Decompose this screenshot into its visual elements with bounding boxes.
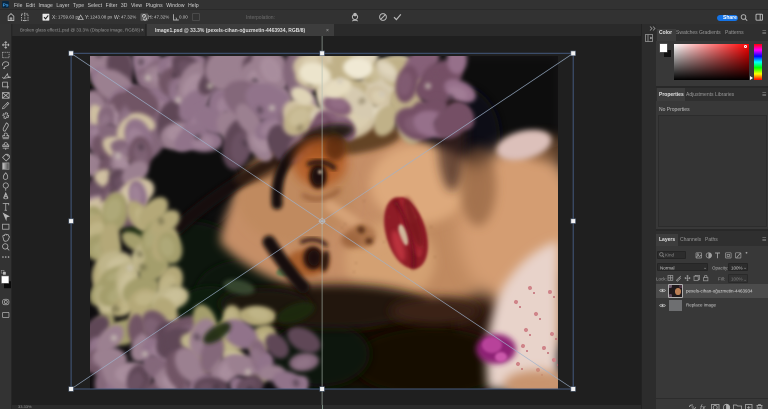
- svg-text:Ps: Ps: [2, 2, 8, 8]
- svg-text:fx: fx: [700, 405, 706, 409]
